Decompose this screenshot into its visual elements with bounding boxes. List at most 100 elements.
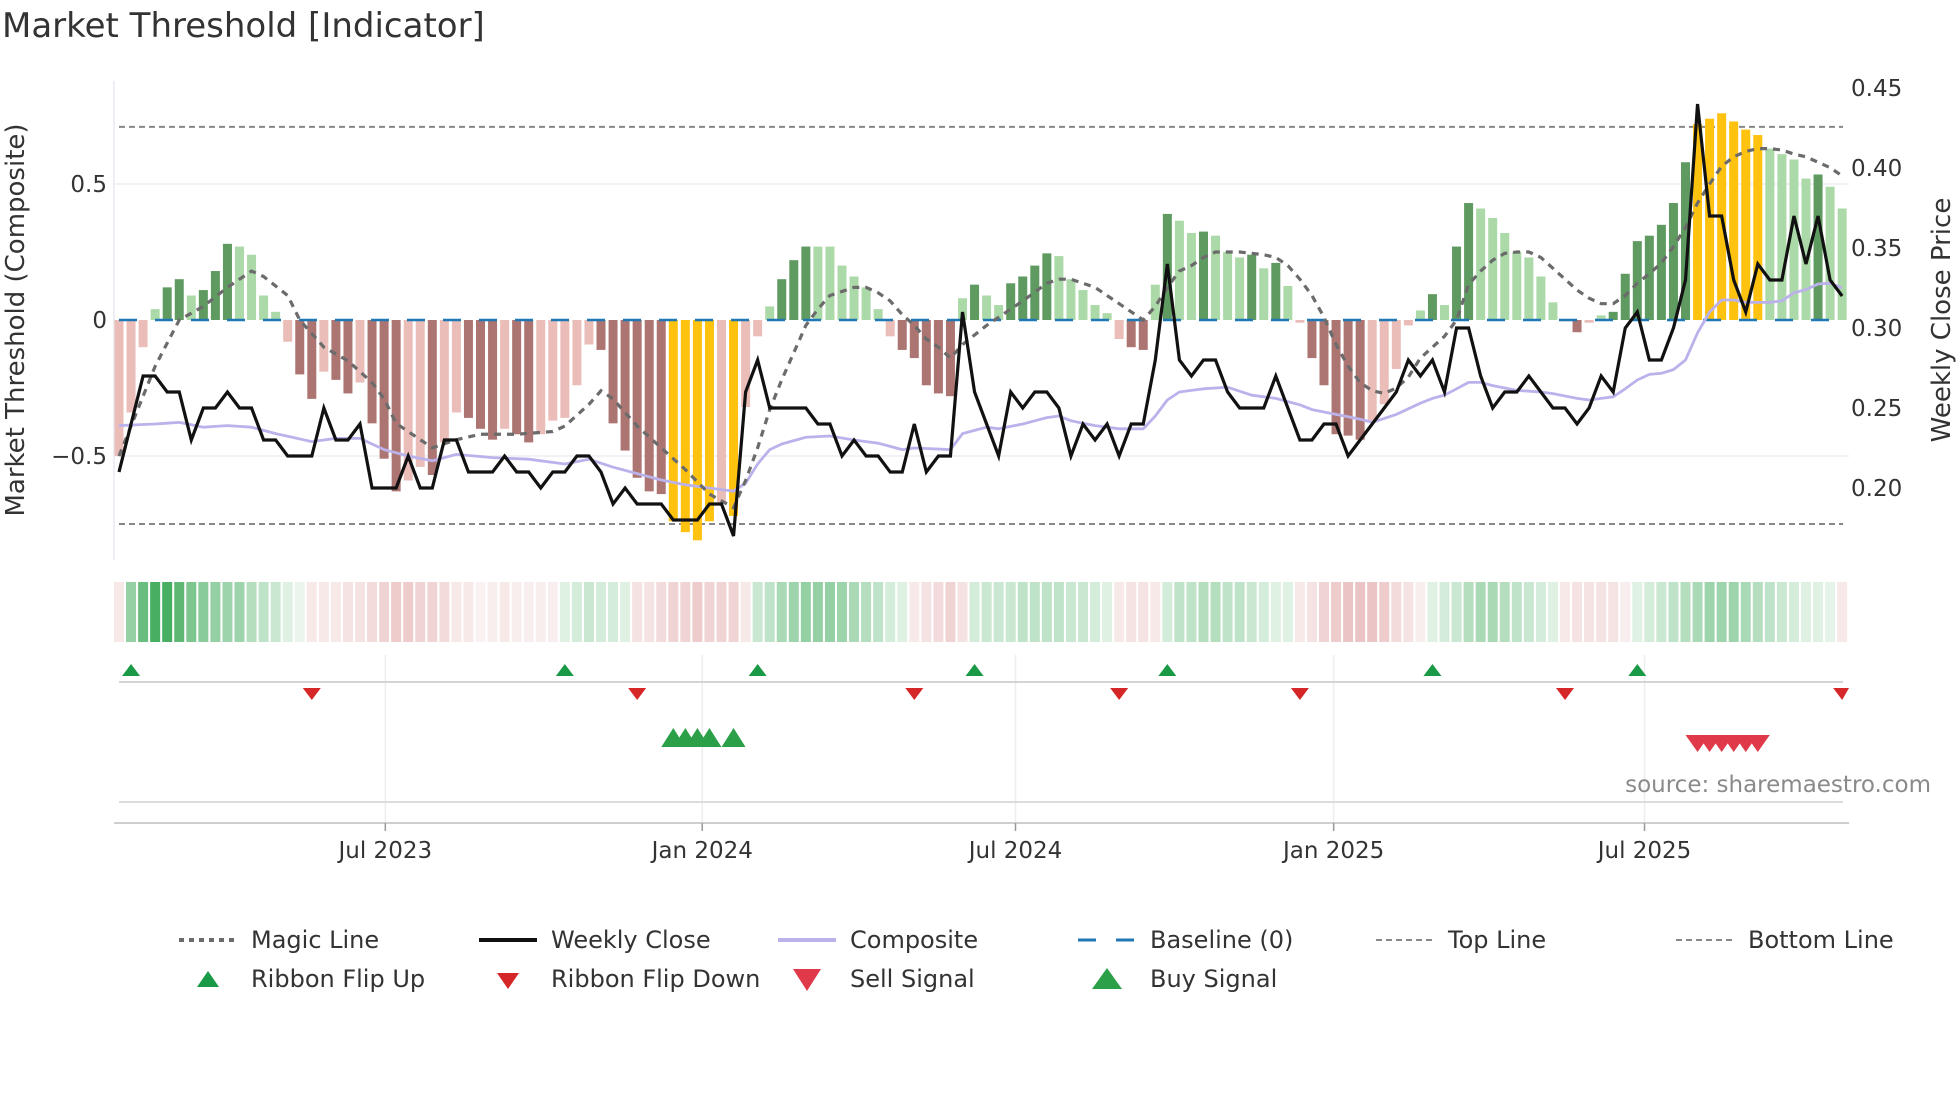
legend-label: Composite (850, 926, 979, 954)
legend-label: Magic Line (251, 926, 380, 954)
ribbon-cell-up (198, 582, 209, 642)
ribbon-cell-up (1078, 582, 1088, 642)
ribbon-cell-down (1415, 582, 1426, 642)
ribbon-cell-up (234, 582, 245, 642)
legend-buy-signal: Buy Signal (1078, 964, 1277, 994)
histogram-bar-negative (885, 320, 895, 337)
ribbon-cell-up (800, 582, 811, 642)
histogram-bar-positive (1813, 174, 1823, 320)
ribbon-cell-down (403, 582, 414, 642)
legend-magic-line: Magic Line (179, 925, 379, 955)
ribbon-cell-down (439, 582, 450, 642)
histogram-bar-negative (391, 320, 401, 492)
ribbon-cell-up (1258, 582, 1269, 642)
ribbon-cell-down (921, 582, 932, 642)
histogram-bar-negative (560, 320, 570, 418)
histogram-bar-positive (1837, 208, 1847, 320)
ribbon-cell-up (1246, 582, 1257, 642)
ribbon-cell-up (897, 582, 908, 642)
histogram-bar-negative (933, 320, 943, 394)
histogram-bar-negative (524, 320, 534, 443)
ribbon-flip-down-marker (1290, 688, 1309, 700)
right-axis-tick-label: 0.25 (1851, 396, 1902, 422)
histogram-bar-negative (415, 320, 425, 467)
histogram-bar-negative (451, 320, 461, 413)
legend-label: Bottom Line (1748, 926, 1894, 954)
ribbon-cell-up (1499, 582, 1510, 642)
ribbon-cell-up (1680, 582, 1691, 642)
legend-composite: Composite (778, 925, 978, 955)
histogram-bar-negative (656, 320, 666, 495)
right-axis-tick-label: 0.45 (1851, 76, 1902, 102)
histogram-bar-positive (1054, 256, 1064, 320)
ribbon-cell-up (1222, 582, 1233, 642)
histogram-bar-negative (536, 320, 546, 435)
legend-label: Weekly Close (551, 926, 711, 954)
histogram-bar-negative (500, 320, 510, 429)
ribbon-cell-down (1572, 582, 1583, 642)
ribbon-cell-down (1343, 582, 1354, 642)
histogram-bar-positive (1548, 302, 1558, 320)
histogram-bar-positive (1464, 203, 1474, 320)
ribbon-cell-down (511, 582, 522, 642)
x-axis-tick-label: Jan 2025 (1281, 838, 1384, 864)
histogram-bar-extreme (1741, 129, 1751, 320)
legend-baseline: Baseline (0) (1078, 925, 1293, 955)
ribbon-flip-down-marker (628, 688, 647, 700)
histogram-bar-negative (439, 320, 449, 443)
legend-label: Ribbon Flip Down (551, 965, 761, 993)
ribbon-cell-down (475, 582, 486, 642)
histogram-bar-positive (162, 287, 172, 320)
ribbon-cell-up (1065, 582, 1076, 642)
histogram-bar-positive (1090, 305, 1100, 320)
ribbon-cell-down (1355, 582, 1366, 642)
ribbon-cell-up (1632, 582, 1643, 642)
histogram-bar-negative (427, 320, 437, 476)
ribbon-cell-up (1451, 582, 1462, 642)
line-series (117, 103, 1844, 537)
histogram-bar-positive (873, 309, 883, 320)
histogram-bar-positive (174, 279, 184, 320)
legend-label: Ribbon Flip Up (251, 965, 426, 993)
ribbon-cell-down (391, 582, 402, 642)
histogram-bar-negative (1319, 320, 1329, 386)
triangle-up-icon (1092, 968, 1122, 989)
ribbon-cell-up (270, 582, 281, 642)
ribbon-cell-up (1535, 582, 1546, 642)
ribbon-cell-down (1306, 582, 1317, 642)
ribbon-flip-down-marker (1556, 688, 1574, 700)
buy-signal-marker (721, 728, 746, 747)
legend-sell-signal: Sell Signal (778, 964, 975, 994)
ribbon-cell-up (282, 582, 293, 642)
ribbon-cell-up (1439, 582, 1450, 642)
ribbon-cell-down (1294, 582, 1305, 642)
ribbon-cell-down (523, 582, 534, 642)
histogram-bar-negative (307, 320, 317, 399)
histogram-bar-negative (1331, 320, 1341, 435)
ribbon-cell-up (1270, 582, 1281, 642)
ribbon-cell-up (1041, 582, 1052, 642)
histogram-bar-negative (1391, 320, 1401, 369)
histogram-bar-negative (548, 320, 558, 421)
histogram-bar-negative (632, 320, 642, 478)
right-axis-tick-label: 0.20 (1851, 476, 1902, 502)
ribbon-cell-down (1331, 582, 1342, 642)
histogram-bar-negative (476, 320, 485, 429)
ribbon-cell-up (1186, 582, 1197, 642)
ribbon-cell-up (1282, 582, 1293, 642)
ribbon-cell-down (318, 582, 329, 642)
ribbon-cell-up (1752, 582, 1763, 642)
ribbon-cell-up (837, 582, 847, 642)
ribbon-cell-down (668, 582, 679, 642)
histogram-bar-positive (849, 276, 859, 320)
x-axis-tick-label: Jul 2024 (967, 838, 1063, 864)
triangle-down-icon (793, 969, 821, 991)
ribbon-cell-up (1788, 582, 1799, 642)
ribbon-cell-down (680, 582, 691, 642)
ribbon-cell-up (1210, 582, 1221, 642)
ribbon-cell-down (367, 582, 378, 642)
ribbon-cell-up (186, 582, 197, 642)
ribbon-cell-up (150, 582, 161, 642)
histogram-bar-negative (1138, 320, 1148, 350)
ribbon-cell-up (969, 582, 980, 642)
